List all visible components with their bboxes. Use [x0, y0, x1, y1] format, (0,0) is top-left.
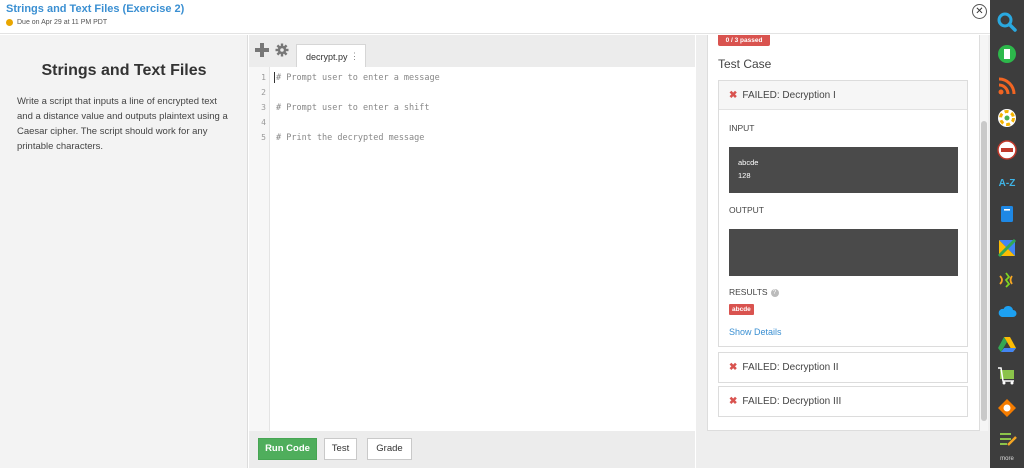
- results-panel: 0 / 3 passed Test Case ✖ FAILED: Decrypti…: [696, 35, 990, 468]
- description-title: Strings and Text Files: [41, 62, 207, 79]
- assignment-title[interactable]: Strings and Text Files (Exercise 2): [6, 3, 184, 15]
- code-editor-panel: decrypt.py ⋮ 1 2 3 4 5 # Prompt user to …: [249, 35, 695, 468]
- code-area[interactable]: 1 2 3 4 5 # Prompt user to enter a messa…: [249, 67, 695, 431]
- voice-icon[interactable]: [997, 270, 1017, 290]
- rss-icon[interactable]: [997, 76, 1017, 96]
- output-label: OUTPUT: [729, 205, 764, 215]
- grade-button[interactable]: Grade: [367, 438, 412, 460]
- book-icon[interactable]: [997, 204, 1017, 224]
- drive-icon[interactable]: [997, 334, 1017, 354]
- extension-dock: A-Z more: [990, 0, 1024, 468]
- evernote-icon[interactable]: [997, 44, 1017, 64]
- line-number: 3: [261, 103, 266, 112]
- code-line[interactable]: # Prompt user to enter a shift: [276, 103, 430, 113]
- input-label: INPUT: [729, 123, 755, 133]
- description-text: Write a script that inputs a line of enc…: [17, 96, 228, 152]
- description-panel: Strings and Text Files Write a script th…: [0, 35, 248, 468]
- results-tag: abcde: [729, 304, 754, 315]
- assignment-header: Strings and Text Files (Exercise 2) Due …: [0, 0, 990, 34]
- test-case-card: ✖ FAILED: Decryption I INPUT abcde 128 OU…: [718, 80, 968, 347]
- color-wheel-icon[interactable]: [997, 108, 1017, 128]
- input-line: abcde: [738, 158, 759, 167]
- app-root: Strings and Text Files (Exercise 2) Due …: [0, 0, 1024, 468]
- test-case-title: FAILED: Decryption I: [742, 90, 836, 101]
- failed-x-icon: ✖: [729, 90, 738, 101]
- line-gutter: 1 2 3 4 5: [249, 67, 270, 431]
- results-label: RESULTS: [729, 287, 768, 297]
- output-box: [729, 229, 958, 276]
- line-number: 4: [261, 118, 266, 127]
- results-scrollbar[interactable]: [980, 35, 988, 431]
- due-date-row: Due on Apr 29 at 11 PM PDT: [6, 19, 107, 26]
- help-icon[interactable]: ?: [770, 288, 779, 297]
- test-case-title: FAILED: Decryption II: [742, 362, 839, 373]
- test-button[interactable]: Test: [324, 438, 357, 460]
- input-line: 128: [738, 171, 751, 180]
- input-box: abcde 128: [729, 147, 958, 193]
- cloud-icon[interactable]: [997, 302, 1017, 322]
- run-code-button[interactable]: Run Code: [258, 438, 317, 460]
- results-label-row: RESULTS?: [729, 287, 779, 297]
- gear-badge-icon[interactable]: [997, 398, 1017, 418]
- show-details-link[interactable]: Show Details: [729, 327, 782, 337]
- failed-x-icon: ✖: [729, 396, 738, 407]
- scroll-thumb[interactable]: [981, 121, 987, 421]
- svg-text:A-Z: A-Z: [999, 178, 1016, 189]
- text-cursor: [274, 72, 275, 83]
- tab-menu-icon[interactable]: ⋮: [350, 51, 359, 62]
- test-case-header[interactable]: ✖ FAILED: Decryption II: [719, 353, 967, 382]
- search-icon[interactable]: [997, 12, 1017, 32]
- test-case-header[interactable]: ✖ FAILED: Decryption I: [719, 81, 967, 110]
- maps-icon[interactable]: [997, 238, 1017, 258]
- checklist-icon[interactable]: [997, 430, 1017, 450]
- code-line[interactable]: # Print the decrypted message: [276, 133, 424, 143]
- file-tab-label: decrypt.py: [306, 52, 348, 62]
- line-number: 5: [261, 133, 266, 142]
- failed-x-icon: ✖: [729, 362, 738, 373]
- code-line[interactable]: # Prompt user to enter a message: [276, 73, 440, 83]
- due-status-icon: [6, 19, 13, 26]
- a-z-icon[interactable]: A-Z: [997, 172, 1017, 192]
- cart-icon[interactable]: [997, 366, 1017, 386]
- passed-badge: 0 / 3 passed: [718, 35, 770, 46]
- test-case-heading: Test Case: [718, 57, 772, 71]
- editor-action-bar: Run Code Test Grade: [249, 431, 695, 468]
- gear-icon[interactable]: [275, 43, 289, 57]
- add-file-icon[interactable]: [255, 43, 269, 57]
- stamp-icon[interactable]: [997, 140, 1017, 160]
- due-date-text: Due on Apr 29 at 11 PM PDT: [17, 19, 108, 26]
- test-case-title: FAILED: Decryption III: [742, 396, 842, 407]
- close-button[interactable]: ✕: [972, 4, 987, 19]
- results-content: 0 / 3 passed Test Case ✖ FAILED: Decrypti…: [707, 35, 980, 431]
- line-number: 1: [261, 73, 266, 82]
- test-case-header[interactable]: ✖ FAILED: Decryption III: [719, 387, 967, 416]
- line-number: 2: [261, 88, 266, 97]
- more-link[interactable]: more: [990, 456, 1024, 462]
- file-tab-decrypt[interactable]: decrypt.py ⋮: [296, 44, 366, 67]
- editor-toolbar: decrypt.py ⋮: [249, 35, 695, 67]
- test-case-card[interactable]: ✖ FAILED: Decryption III: [718, 386, 968, 417]
- test-case-card[interactable]: ✖ FAILED: Decryption II: [718, 352, 968, 383]
